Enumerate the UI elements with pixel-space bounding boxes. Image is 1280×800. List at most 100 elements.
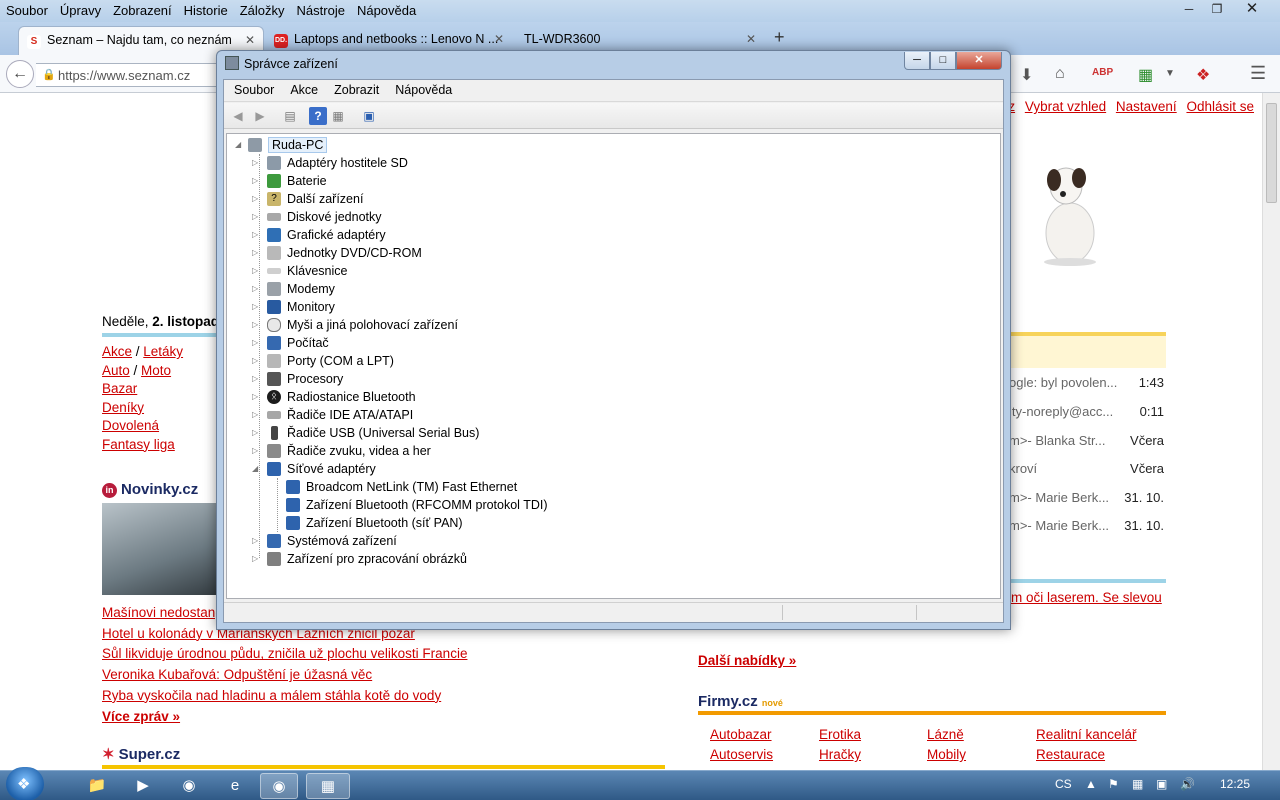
tree-item[interactable]: ▷ Diskové jednotky [252,208,382,226]
mail-item[interactable]: m>- Marie Berk... 31. 10. [1009,490,1164,505]
expand-icon[interactable]: ▷ [252,424,258,442]
expand-icon[interactable]: ▷ [252,370,258,388]
tree-item[interactable]: ▷ Modemy [252,280,335,298]
news-link[interactable]: Ryba vyskočila nad hladinu a málem stáhl… [102,688,441,703]
expand-icon[interactable]: ▷ [252,172,258,190]
volume-icon[interactable]: 🔊 [1180,777,1195,791]
tree-item[interactable]: ▷ Jednotky DVD/CD-ROM [252,244,422,262]
properties-icon[interactable]: ▦ [329,107,347,125]
scan-hardware-icon[interactable]: ▣ [360,107,378,125]
tree-item[interactable]: ▷ ᛟ Radiostanice Bluetooth [252,388,416,406]
change-look-link[interactable]: Vybrat vzhled [1025,99,1106,114]
tree-item[interactable]: ▷? Další zařízení [252,190,363,208]
minimize-button[interactable]: ─ [904,52,930,70]
tree-item[interactable]: ▷ Procesory [252,370,343,388]
firmy-link[interactable]: Mobily [927,745,966,765]
expand-icon[interactable]: ▷ [252,226,258,244]
tree-item[interactable]: ▷ Monitory [252,298,335,316]
category-link[interactable]: Moto [141,363,171,378]
forward-arrow-icon[interactable]: ▶ [251,107,269,125]
tree-item[interactable]: ▷ Myši a jiná polohovací zařízení [252,316,458,334]
category-link[interactable]: Fantasy liga [102,437,175,452]
tree-item[interactable]: ▷ Adaptéry hostitele SD [252,154,408,172]
firmy-link[interactable]: Restaurace [1036,745,1105,765]
expand-icon[interactable]: ▷ [252,190,258,208]
back-button[interactable]: ← [6,60,34,88]
browser-maximize-button[interactable]: ❐ [1203,0,1231,20]
menu-icon[interactable]: ☰ [1250,63,1266,84]
mail-item[interactable]: ogle: byl povolen... 1:43 [1009,375,1164,390]
language-indicator[interactable]: CS [1055,777,1072,791]
tree-item[interactable]: ▷ Řadiče zvuku, videa a her [252,442,431,460]
back-arrow-icon[interactable]: ◀ [229,107,247,125]
tree-item[interactable]: ▷ Porty (COM a LPT) [252,352,394,370]
category-link[interactable]: Dovolená [102,418,159,433]
media-player-icon[interactable]: ▶ [124,773,162,799]
scrollbar-thumb[interactable] [1266,103,1277,203]
chevron-down-icon[interactable]: ▼ [1165,68,1175,79]
expand-icon[interactable]: ▷ [252,406,258,424]
expand-icon[interactable]: ▷ [252,442,258,460]
menu-upravy[interactable]: Úpravy [54,0,107,18]
tree-item[interactable]: ▷ Řadiče USB (Universal Serial Bus) [252,424,479,442]
firefox-icon[interactable]: ◉ [260,773,298,799]
tree-item[interactable]: ▷ Baterie [252,172,327,190]
expand-icon[interactable]: ▷ [252,262,258,280]
firmy-link[interactable]: Autoservis [710,745,773,765]
mail-item[interactable]: ity-noreply@acc... 0:11 [1009,404,1164,419]
menu-napoveda[interactable]: Nápověda [385,80,458,97]
expand-icon[interactable]: ▷ [252,280,258,298]
tree-item[interactable]: ▷ Klávesnice [252,262,347,280]
download-icon[interactable]: ⬇ [1020,65,1033,85]
chevron-up-icon[interactable]: ▲ [1085,777,1097,791]
firmy-header[interactable]: Firmy.cz nové [698,693,783,710]
tree-item[interactable]: ◢ Síťové adaptéry [252,460,376,478]
menu-soubor[interactable]: Soubor [0,0,54,18]
menu-akce[interactable]: Akce [280,80,324,97]
category-link[interactable]: Deníky [102,400,144,415]
flag-icon[interactable]: ⚑ [1108,777,1119,791]
tree-item[interactable]: ▷ Grafické adaptéry [252,226,386,244]
settings-link[interactable]: Nastavení [1116,99,1177,114]
device-icon[interactable]: ▦ [1132,777,1143,791]
chrome-icon[interactable]: ◉ [170,773,208,799]
logout-link[interactable]: Odhlásit se [1186,99,1254,114]
novinky-header[interactable]: in Novinky.cz [102,481,198,498]
expand-icon[interactable]: ▷ [252,388,258,406]
mail-item[interactable]: m>- Blanka Str... Včera [1009,433,1164,448]
tree-item[interactable]: ▷ Systémová zařízení [252,532,397,550]
expand-icon[interactable]: ▷ [252,352,258,370]
tree-item[interactable]: ▷ Počítač [252,334,329,352]
tree-child-item[interactable]: Zařízení Bluetooth (síť PAN) [286,514,463,532]
menu-zobrazit[interactable]: Zobrazit [324,80,385,97]
mail-item[interactable]: m>- Marie Berk... 31. 10. [1009,518,1164,533]
tree-child-item[interactable]: Broadcom NetLink (TM) Fast Ethernet [286,478,517,496]
menu-zalozky[interactable]: Záložky [234,0,291,18]
url-bar[interactable]: 🔒 https://www.seznam.cz [36,63,226,87]
expand-icon[interactable]: ▷ [252,298,258,316]
menu-nastroje[interactable]: Nástroje [291,0,351,18]
firmy-link[interactable]: Erotika [819,725,861,745]
new-tab-icon[interactable]: + [774,27,785,48]
menu-historie[interactable]: Historie [178,0,234,18]
browser-close-button[interactable]: ✕ [1238,0,1266,20]
explorer-icon[interactable]: 📁 [78,773,116,799]
adblock-icon[interactable]: ABP [1092,67,1113,78]
expand-icon[interactable]: ▷ [252,334,258,352]
tree-root[interactable]: ◢ Ruda-PC [235,136,328,154]
ad-link[interactable]: m oči laserem. Se slevou [1011,590,1162,605]
addon-icon[interactable]: ▦ [1138,65,1153,85]
close-icon[interactable]: ✕ [245,33,255,47]
expand-icon[interactable]: ▷ [252,244,258,262]
super-header[interactable]: ✶ Super.cz [102,745,180,763]
home-icon[interactable]: ⌂ [1055,65,1065,83]
news-photo[interactable] [102,503,218,595]
news-link[interactable]: Sůl likviduje úrodnou půdu, zničila už p… [102,646,467,661]
page-scrollbar[interactable] [1262,93,1280,770]
collapse-icon[interactable]: ◢ [235,136,241,154]
expand-icon[interactable]: ▷ [252,154,258,172]
menu-zobrazeni[interactable]: Zobrazení [107,0,178,18]
firmy-link[interactable]: Autobazar [710,725,772,745]
firmy-link[interactable]: Realitní kancelář [1036,725,1137,745]
close-icon[interactable]: ✕ [746,32,756,46]
